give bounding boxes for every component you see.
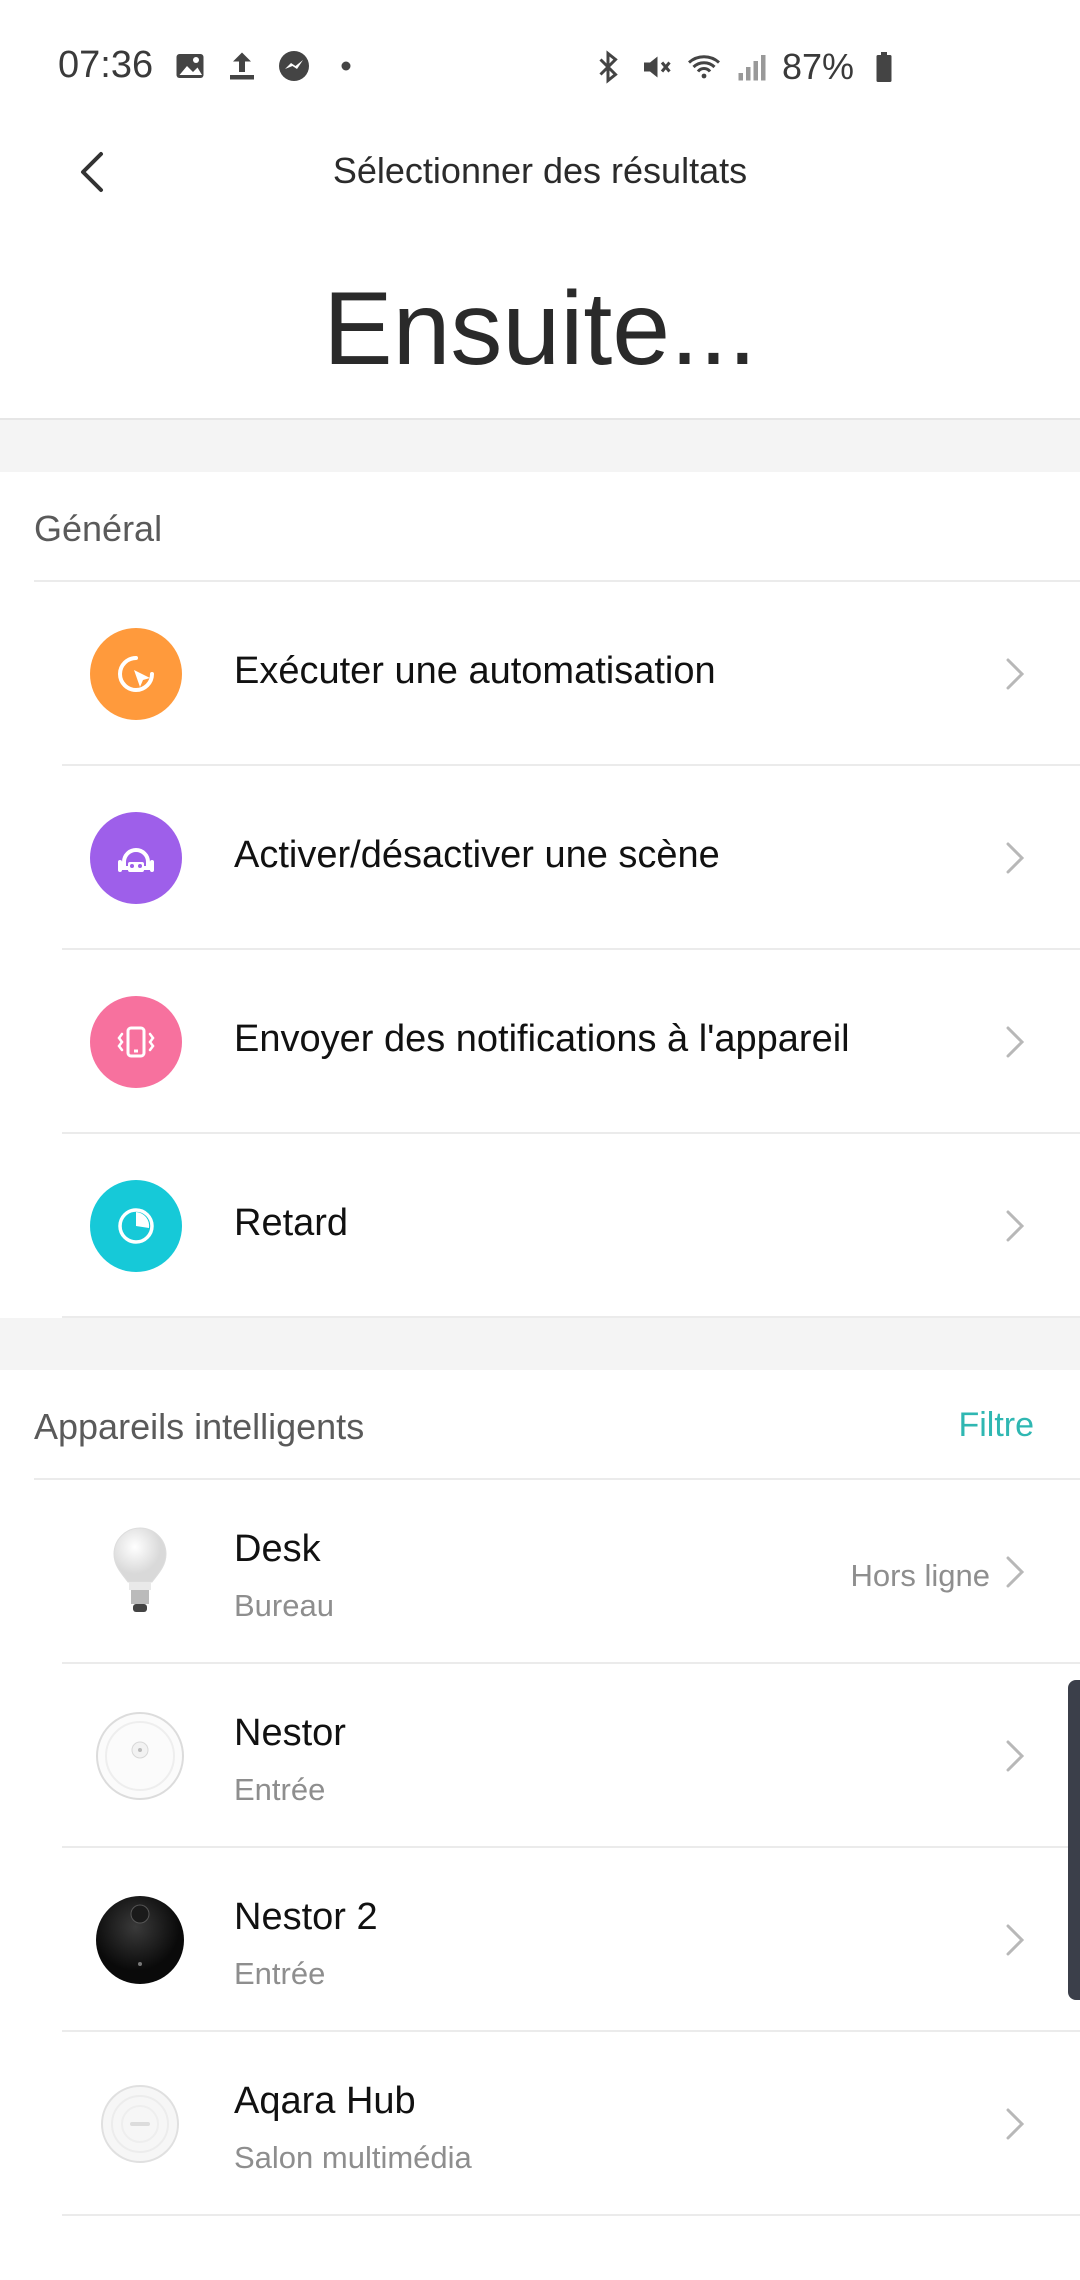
signal-icon: [738, 55, 766, 81]
white-robot-vacuum-icon: [92, 1708, 188, 1804]
divider: [62, 2214, 1080, 2216]
device-name: Aqara Hub: [234, 2080, 416, 2122]
devices-section-title: Appareils intelligents: [34, 1406, 365, 1447]
top-app-bar: Sélectionner des résultats: [0, 120, 1080, 224]
hub-icon: [92, 2076, 188, 2172]
chevron-right-icon: [1006, 1924, 1025, 1956]
list-item-toggle-scene[interactable]: Activer/désactiver une scène: [0, 766, 1080, 950]
chevron-right-icon: [1006, 1556, 1025, 1588]
device-room: Entrée: [234, 1772, 326, 1807]
system-icons: 87%: [590, 46, 902, 88]
chevron-right-icon: [1006, 1740, 1025, 1772]
device-room: Entrée: [234, 1956, 326, 1991]
mute-icon: [644, 56, 671, 78]
messenger-icon: [279, 51, 309, 81]
lightbulb-icon: [92, 1524, 188, 1620]
scene-robot-icon: [90, 812, 182, 904]
device-name: Nestor: [234, 1712, 346, 1754]
status-bar: 07:36 87%: [0, 0, 1080, 120]
general-section-title: Général: [34, 508, 163, 549]
device-status: Hors ligne: [850, 1558, 990, 1593]
list-item-run-automation[interactable]: Exécuter une automatisation: [0, 582, 1080, 766]
device-name: Nestor 2: [234, 1896, 378, 1938]
upload-icon: [230, 52, 254, 80]
chevron-right-icon: [1006, 842, 1025, 874]
wifi-icon: [688, 55, 720, 79]
device-item-aqara-hub[interactable]: Aqara Hub Salon multimédia: [0, 2032, 1080, 2216]
chevron-right-icon: [1006, 1210, 1025, 1242]
screen-title: Sélectionner des résultats: [332, 150, 748, 191]
section-gap: [0, 1318, 1080, 1370]
item-label: Exécuter une automatisation: [234, 650, 716, 692]
section-gap: [0, 420, 1080, 472]
bluetooth-icon: [599, 50, 618, 84]
item-label: Activer/désactiver une scène: [234, 834, 720, 876]
black-robot-vacuum-icon: [92, 1892, 188, 1988]
device-room: Bureau: [234, 1588, 334, 1623]
dot-icon: [341, 61, 351, 71]
automation-cursor-icon: [90, 628, 182, 720]
item-label: Envoyer des notifications à l'appareil: [234, 1018, 850, 1060]
list-item-send-notification[interactable]: Envoyer des notifications à l'appareil: [0, 950, 1080, 1134]
battery-percent: 87%: [782, 46, 855, 87]
phone-vibrate-icon: [90, 996, 182, 1088]
notification-icons: [172, 48, 364, 84]
timer-icon: [90, 1180, 182, 1272]
edge-panel-handle[interactable]: [1068, 1680, 1080, 2000]
device-item-nestor[interactable]: Nestor Entrée: [0, 1664, 1080, 1848]
item-label: Retard: [234, 1202, 349, 1244]
chevron-right-icon: [1006, 1026, 1025, 1058]
device-item-nestor-2[interactable]: Nestor 2 Entrée: [0, 1848, 1080, 2032]
chevron-right-icon: [1006, 2108, 1025, 2140]
general-section-header: Général: [0, 472, 1080, 582]
battery-icon: [876, 52, 892, 82]
page-heading: Ensuite...: [323, 271, 757, 387]
chevron-right-icon: [1006, 658, 1025, 690]
device-name: Desk: [234, 1528, 321, 1570]
device-item-desk[interactable]: Desk Bureau Hors ligne: [0, 1480, 1080, 1664]
status-time: 07:36: [58, 44, 154, 86]
filter-button[interactable]: Filtre: [958, 1406, 1034, 1445]
device-room: Salon multimédia: [234, 2140, 472, 2175]
image-icon: [176, 54, 204, 78]
devices-section-header: Appareils intelligents Filtre: [0, 1370, 1080, 1480]
list-item-delay[interactable]: Retard: [0, 1134, 1080, 1318]
